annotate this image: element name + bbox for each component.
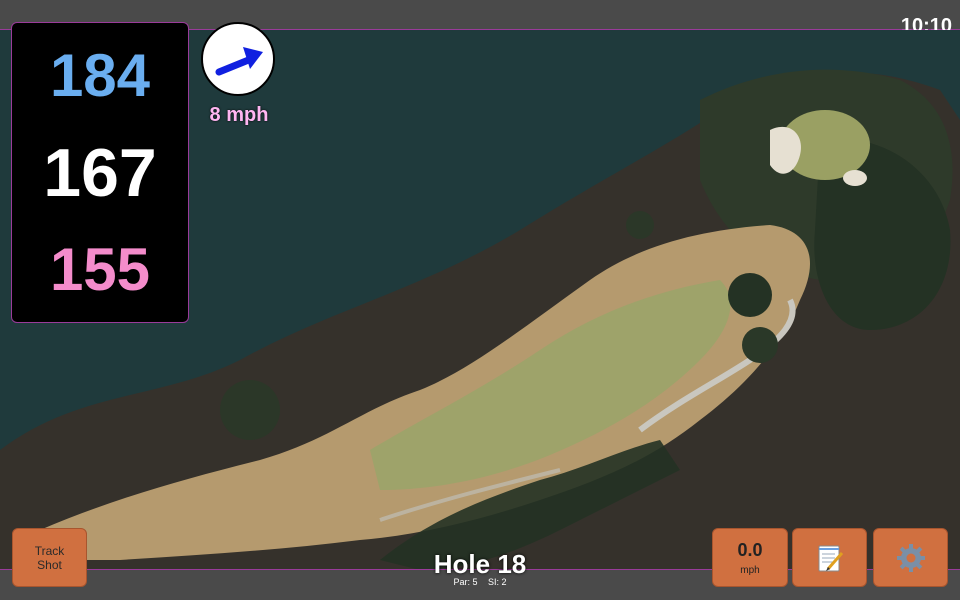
center-distance: 167	[43, 135, 157, 211]
back-distance: 184	[49, 42, 151, 109]
hole-title: Hole 18	[433, 549, 527, 579]
hole-info: Par: 5 SI: 2	[380, 577, 580, 587]
hole-stroke-index: SI: 2	[488, 577, 507, 587]
track-shot-button[interactable]: Track Shot	[12, 528, 87, 587]
gear-icon	[896, 543, 925, 572]
wind-speed: 8 mph	[209, 104, 269, 126]
track-shot-label-line1: Track	[34, 543, 65, 558]
wind-indicator	[201, 22, 275, 96]
hole-par: Par: 5	[453, 577, 478, 587]
speed-unit: mph	[740, 564, 760, 576]
notepad-icon	[818, 545, 843, 571]
settings-button[interactable]	[873, 528, 948, 587]
track-shot-label-line2: Shot	[37, 557, 62, 572]
distance-panel: 184 167 155	[11, 22, 189, 323]
speed-button[interactable]: 0.0 mph	[712, 528, 788, 587]
wind-direction-arrow-icon	[215, 47, 263, 76]
notes-button[interactable]	[792, 528, 867, 587]
front-distance: 155	[49, 236, 151, 303]
speed-value: 0.0	[737, 539, 763, 560]
